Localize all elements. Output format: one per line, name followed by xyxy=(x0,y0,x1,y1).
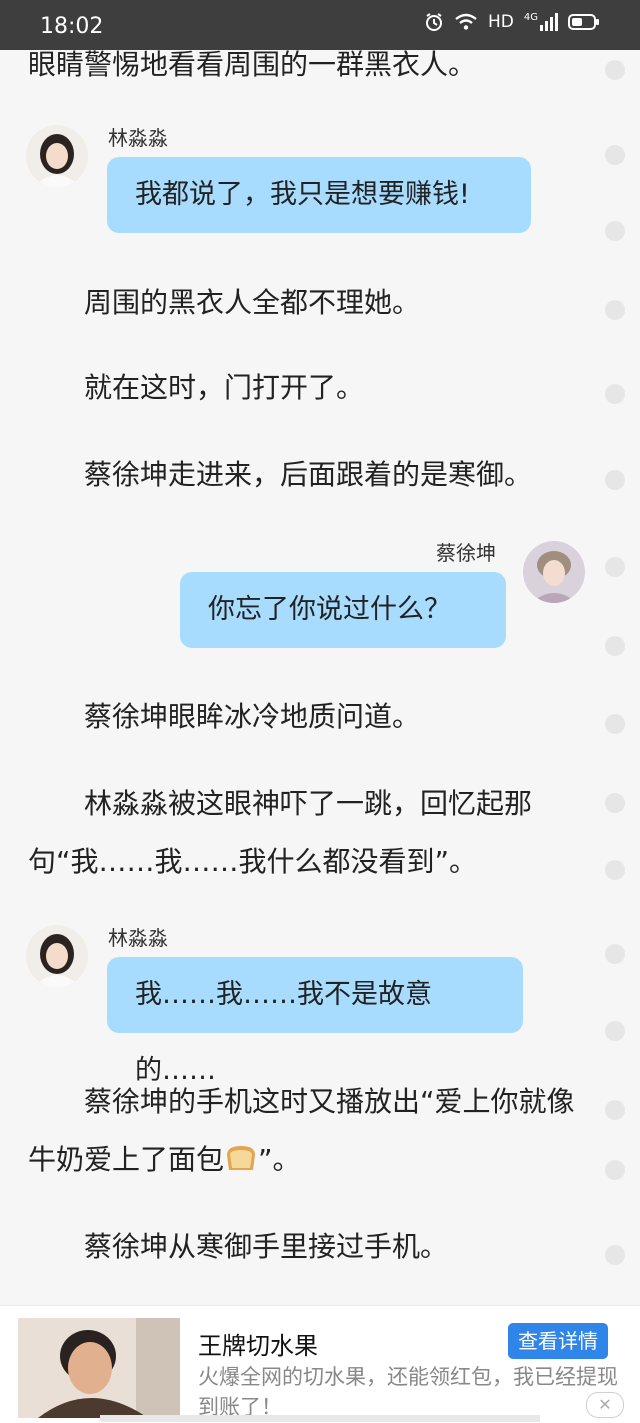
read-dot xyxy=(605,145,625,165)
avatar-caixukun-image xyxy=(523,541,585,603)
status-time: 18:02 xyxy=(40,14,104,39)
read-dot xyxy=(605,221,625,241)
story-paragraph: 蔡徐坤的手机这时又播放出“爱上你就像牛奶爱上了面包”。 xyxy=(28,1073,588,1189)
read-dot xyxy=(605,793,625,813)
signal-icon: 4G xyxy=(524,12,558,32)
ad-banner[interactable]: 王牌切水果 火爆全网的切水果，还能领红包，我已经提现到账了！ 查看详情 ✕ xyxy=(0,1305,640,1423)
read-dot xyxy=(605,300,625,320)
ad-thumbnail-image xyxy=(18,1318,180,1418)
read-dot xyxy=(605,860,625,880)
read-dot xyxy=(605,60,625,80)
story-paragraph: 蔡徐坤走进来，后面跟着的是寒御。 xyxy=(84,458,533,491)
read-dot xyxy=(605,1245,625,1265)
story-paragraph: 蔡徐坤从寒御手里接过手机。 xyxy=(84,1230,449,1263)
read-dot xyxy=(605,557,625,577)
chat-bubble: 我都说了，我只是想要赚钱! xyxy=(107,157,531,233)
status-icons: HD 4G xyxy=(424,12,600,32)
character-name: 蔡徐坤 xyxy=(436,541,496,565)
story-paragraph-text: ”。 xyxy=(258,1143,301,1176)
read-dot xyxy=(605,1021,625,1041)
read-dot xyxy=(605,944,625,964)
chat-bubble: 我……我……我不是故意的…… xyxy=(107,957,523,1086)
ad-description[interactable]: 火爆全网的切水果，还能领红包，我已经提现到账了！ xyxy=(198,1362,618,1422)
ad-details-button[interactable]: 查看详情 xyxy=(508,1323,608,1359)
ad-close-button[interactable]: ✕ xyxy=(586,1392,624,1418)
avatar-linmiaomiao[interactable] xyxy=(26,925,88,987)
story-paragraph: 林淼淼被这眼神吓了一跳，回忆起那句“我……我……我什么都没看到”。 xyxy=(28,787,533,878)
story-paragraph-text: 蔡徐坤的手机这时又播放出“爱上你就像牛奶爱上了面包 xyxy=(28,1085,575,1176)
ad-title[interactable]: 王牌切水果 xyxy=(198,1326,318,1361)
hd-indicator: HD xyxy=(488,12,514,32)
ad-thumbnail[interactable] xyxy=(18,1318,180,1418)
read-dot xyxy=(605,1160,625,1180)
read-dot xyxy=(605,714,625,734)
character-name: 林淼淼 xyxy=(108,926,168,950)
wifi-icon xyxy=(454,12,478,32)
story-paragraph: 就在这时，门打开了。 xyxy=(84,371,365,404)
avatar-linmiaomiao[interactable] xyxy=(26,125,88,187)
read-dot xyxy=(605,636,625,656)
battery-icon xyxy=(568,13,600,31)
chat-bubble: 你忘了你说过什么？ xyxy=(180,572,506,648)
character-name: 林淼淼 xyxy=(108,126,168,150)
read-dot xyxy=(605,1100,625,1120)
read-dot xyxy=(605,470,625,490)
bread-emoji-icon xyxy=(227,1146,256,1170)
read-dot xyxy=(605,384,625,404)
network-type: 4G xyxy=(523,12,538,23)
avatar-caixukun[interactable] xyxy=(523,541,585,603)
story-paragraph: 蔡徐坤眼眸冰冷地质问道。 xyxy=(84,700,421,733)
chat-story-content[interactable]: 眼睛警惕地看看周围的一群黑衣人。 林淼淼 我都说了，我只是想要赚钱! 周围的黑衣… xyxy=(0,0,640,1422)
avatar-linmiaomiao-image xyxy=(26,125,88,187)
alarm-icon xyxy=(424,12,444,32)
status-bar: 18:02 HD 4G xyxy=(0,0,640,50)
avatar-linmiaomiao-image xyxy=(26,925,88,987)
bottom-strip xyxy=(100,1415,540,1422)
story-paragraph: 周围的黑衣人全都不理她。 xyxy=(84,286,421,319)
